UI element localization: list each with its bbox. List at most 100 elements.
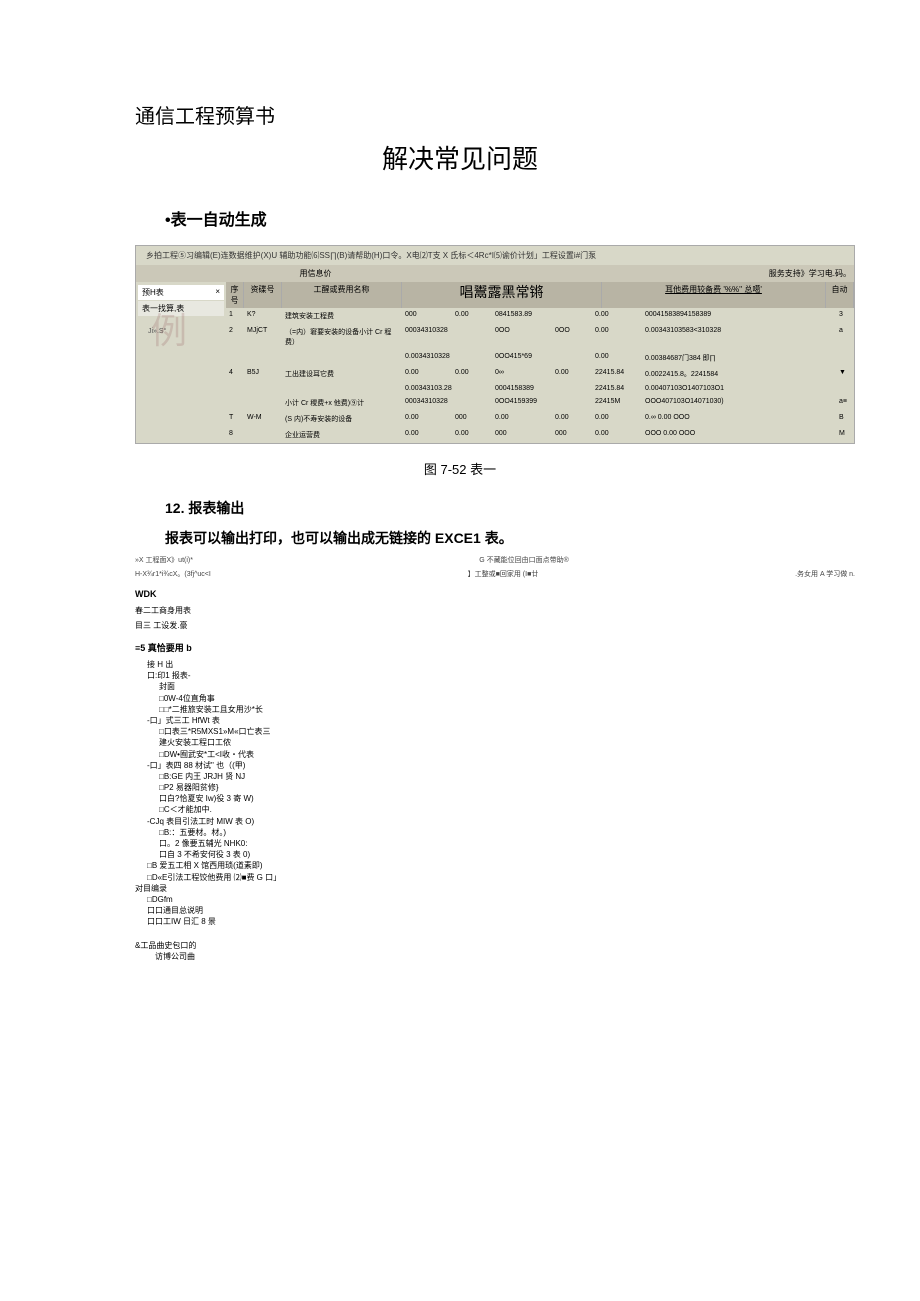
cell bbox=[282, 384, 402, 393]
tab-1[interactable]: 预H表 × bbox=[138, 285, 224, 300]
tree-item[interactable]: 口口通目总说明 bbox=[135, 905, 855, 916]
doc-title: 通信工程预算书 bbox=[135, 100, 785, 129]
cell: W-M bbox=[244, 413, 282, 425]
tree-item[interactable]: □B:：五要材。材。) bbox=[135, 827, 855, 838]
cell: 0.00 bbox=[402, 413, 452, 425]
cell: 00034310328 bbox=[402, 397, 452, 409]
cell bbox=[244, 384, 282, 393]
cell: 0.00343103.28 bbox=[402, 384, 452, 393]
cell bbox=[244, 352, 282, 364]
cell bbox=[452, 384, 492, 393]
cell bbox=[244, 397, 282, 409]
cell: 0841583.89 bbox=[492, 310, 552, 322]
tree-item[interactable]: 接 H 出 bbox=[135, 659, 855, 670]
tree-item[interactable]: □D«E引法工程饺他费用 ⑵■费 G 口」 bbox=[135, 872, 855, 883]
tree-item[interactable]: 口自 3 不希安何役 3 表 0) bbox=[135, 849, 855, 860]
tree-item[interactable]: 口口工IW 日汇 8 景 bbox=[135, 916, 855, 927]
tree-item[interactable]: -口」表四 88 材试" 也（(甲) bbox=[135, 760, 855, 771]
cell: K? bbox=[244, 310, 282, 322]
h-code: 资碟号 bbox=[244, 282, 282, 308]
cell: 0.00 bbox=[592, 310, 642, 322]
tree-item[interactable]: □B 爱五工相 X 馆西用琐(道素即) bbox=[135, 860, 855, 871]
cell: MJjCT bbox=[244, 326, 282, 348]
tree-item[interactable]: 建火安装工程口工侬 bbox=[135, 737, 855, 748]
cell: B5J bbox=[244, 368, 282, 380]
cell: 0.00 bbox=[452, 429, 492, 441]
tree-item[interactable]: 口。2 像要五辅光 NHK0: bbox=[135, 838, 855, 849]
screenshot-report: »X 工程面X》ut(i)* G 不藏能位回由口面点带助® H-X¾r1*i¾c… bbox=[135, 553, 855, 962]
tree-item[interactable]: □DGfm bbox=[135, 894, 855, 905]
cell bbox=[552, 384, 592, 393]
tree-item[interactable]: □B:GE 内王 JRJH 贤 NJ bbox=[135, 771, 855, 782]
cell bbox=[552, 397, 592, 409]
cell: 0.00 bbox=[492, 413, 552, 425]
row-badge: a≡ bbox=[836, 397, 854, 409]
table-row: 0.00343103.28 0004158389 22415.840.0040710… bbox=[226, 382, 854, 395]
cell: 8 bbox=[226, 429, 244, 441]
cell: 建筑安装工程费 bbox=[282, 310, 402, 322]
main-heading: 解决常见问题 bbox=[135, 139, 785, 176]
cell: 0.00 bbox=[452, 310, 492, 322]
h-extra: 耳他费用较备费 '%%'' 总噶' bbox=[602, 282, 826, 308]
cell: 000 bbox=[402, 310, 452, 322]
table-row: TW-M(S 内)不寿安装的设备0.000000.000.000.000.∞ 0… bbox=[226, 411, 854, 427]
cell: 0004158389 bbox=[492, 384, 552, 393]
cell: 0.00407103O1407103O1 bbox=[642, 384, 836, 393]
cell: 000 bbox=[552, 429, 592, 441]
cell: 0OO4159399 bbox=[492, 397, 552, 409]
cell: 0.0034310328 bbox=[402, 352, 452, 364]
tree-item[interactable]: 口:印1 报表- bbox=[135, 670, 855, 681]
tree-item[interactable]: -CJq 表目引法工时 MIW 表 O) bbox=[135, 816, 855, 827]
tree-item[interactable]: 对目编录 bbox=[135, 883, 855, 894]
row-badge: a bbox=[836, 326, 854, 348]
cell: 0.00384687门384 即∏ bbox=[642, 352, 836, 364]
cell bbox=[226, 397, 244, 409]
cell: 0OO415*69 bbox=[492, 352, 552, 364]
table-row: 1K?建筑安装工程费0000.000841583.890.00000415838… bbox=[226, 308, 854, 324]
tree-item[interactable]: □C＜才能加中. bbox=[135, 804, 855, 815]
cell bbox=[452, 326, 492, 348]
report-tree: 接 H 出口:印1 报表-封面□0W-4位直角事□□*二推旅安装工且女用沙*长-… bbox=[135, 659, 855, 928]
cell: 00034310328 bbox=[402, 326, 452, 348]
tree-item[interactable]: -口」式三工 HfWt 表 bbox=[135, 715, 855, 726]
screenshot-table1: 乡拍工程⑤习编辑(E)连数据维护(X)U 辅助功能⑹SS∏(B)请帮助(H)口令… bbox=[135, 245, 855, 444]
row-badge bbox=[836, 352, 854, 364]
cell: 22415M bbox=[592, 397, 642, 409]
cell: 企业运营费 bbox=[282, 429, 402, 441]
cell: (S 内)不寿安装的设备 bbox=[282, 413, 402, 425]
s2-l4: 目三 工设发.豪 bbox=[135, 618, 855, 633]
tree-item[interactable]: 口白?恰夏安 Iw)役 3 寄 W) bbox=[135, 793, 855, 804]
s2-h-left: »X 工程面X》ut(i)* bbox=[135, 555, 193, 565]
table-row: 8企业运营费0.000.000000000.00OOO 0.00 OOOM bbox=[226, 427, 854, 443]
section-12: 12. 报表输出 bbox=[165, 498, 785, 518]
cell: 0.00 bbox=[402, 429, 452, 441]
tree-item[interactable]: □0W-4位直角事 bbox=[135, 693, 855, 704]
s2-bold2: ≡5 真恰要用 b bbox=[135, 641, 855, 654]
cell: 0.00 bbox=[552, 368, 592, 380]
cell: 0OO bbox=[492, 326, 552, 348]
cell bbox=[244, 429, 282, 441]
cell: 0∞ bbox=[492, 368, 552, 380]
cell bbox=[226, 384, 244, 393]
cell: 22415.84 bbox=[592, 384, 642, 393]
tree-item[interactable]: □□*二推旅安装工且女用沙*长 bbox=[135, 704, 855, 715]
cell: 00041583894158389 bbox=[642, 310, 836, 322]
cell bbox=[452, 397, 492, 409]
cell: 0.00 bbox=[552, 413, 592, 425]
tree-item[interactable]: 封面 bbox=[135, 681, 855, 692]
tree-item[interactable]: □P2 易器阳贫修} bbox=[135, 782, 855, 793]
cell: 1 bbox=[226, 310, 244, 322]
cell: 0.00 bbox=[452, 368, 492, 380]
tree-item[interactable]: □口表三*R5MXS1»M«口亡表三 bbox=[135, 726, 855, 737]
row-badge: 3 bbox=[836, 310, 854, 322]
tab-1-label: 预H表 bbox=[142, 288, 164, 297]
cell: 2 bbox=[226, 326, 244, 348]
tree-item[interactable]: □DW•囿武安*工<I收・代表 bbox=[135, 749, 855, 760]
row-badge: M bbox=[836, 429, 854, 441]
table-row: 小计 Cr 稷费+x 他费)⑨计000343103280OO4159399224… bbox=[226, 395, 854, 411]
row-badge bbox=[836, 384, 854, 393]
s2-foot2: 访博公司曲 bbox=[135, 951, 855, 962]
cell: 0.00 bbox=[592, 352, 642, 364]
cell: 0.00343103583<310328 bbox=[642, 326, 836, 348]
grid-area: 序号 资碟号 工醒或费用名称 唱鬻露黑常锵 耳他费用较备费 '%%'' 总噶' … bbox=[226, 282, 854, 443]
